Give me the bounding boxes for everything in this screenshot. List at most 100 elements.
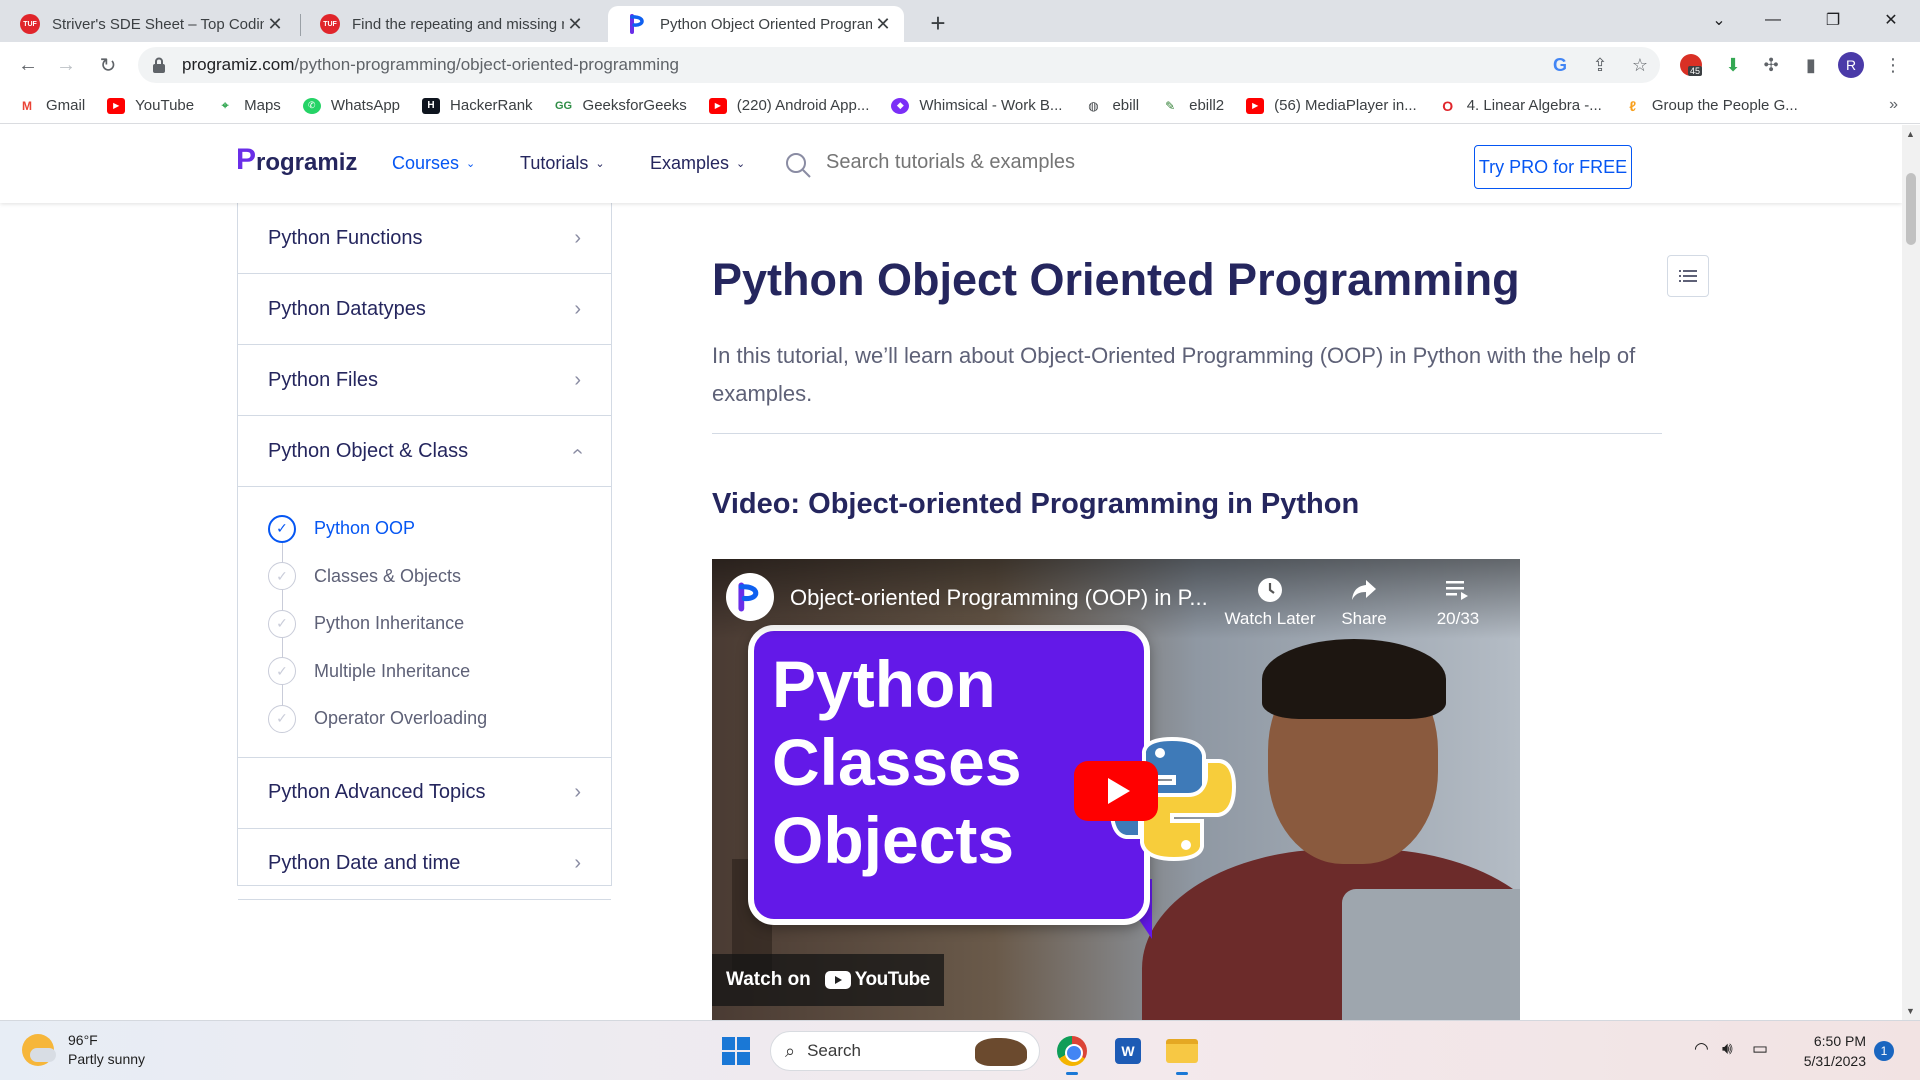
sidebar-item-date-time[interactable]: Python Date and time › (238, 829, 611, 900)
sidebar-item-label: Python Functions (268, 226, 423, 249)
adblock-extension-icon[interactable]: 45 (1676, 50, 1706, 80)
browser-toolbar: ← → ↻ programiz.com/python-programming/o… (0, 42, 1920, 88)
close-icon[interactable]: ✕ (264, 13, 286, 35)
sub-item-classes-objects[interactable]: ✓ Classes & Objects (268, 553, 611, 601)
forward-arrow-icon[interactable]: → (50, 49, 82, 81)
notification-badge[interactable]: 1 (1874, 1041, 1894, 1061)
programiz-logo[interactable]: Programiz (236, 143, 357, 177)
try-pro-button[interactable]: Try PRO for FREE (1474, 145, 1632, 189)
word-taskbar-icon[interactable]: W (1110, 1033, 1146, 1069)
sidebar-item-python-functions[interactable]: Python Functions › (238, 203, 611, 274)
profile-avatar[interactable]: R (1838, 52, 1864, 78)
scroll-down-arrow-icon[interactable]: ▼ (1906, 1006, 1915, 1016)
bookmark-star-icon[interactable]: ☆ (1620, 47, 1660, 83)
bookmark-ebill[interactable]: ◍ ebill (1084, 97, 1139, 114)
close-window-icon[interactable]: ✕ (1862, 0, 1920, 40)
opera-icon: O (1442, 97, 1454, 114)
play-icon (1108, 778, 1130, 804)
new-tab-button[interactable]: + (923, 8, 953, 38)
bookmark-linear-algebra[interactable]: O 4. Linear Algebra -... (1439, 97, 1602, 114)
nav-tutorials[interactable]: Tutorials ⌄ (520, 153, 605, 174)
bookmark-label: ebill (1112, 97, 1140, 114)
nav-examples[interactable]: Examples ⌄ (650, 153, 745, 174)
tab-strivers-sde-sheet[interactable]: TUF Striver's SDE Sheet – Top Coding ✕ (0, 6, 296, 42)
tab-search-chevron-icon[interactable]: ⌄ (1690, 0, 1748, 40)
bookmark-whimsical[interactable]: ◆ Whimsical - Work B... (891, 97, 1062, 114)
sub-item-python-oop[interactable]: ✓ Python OOP (268, 505, 611, 553)
download-extension-icon[interactable]: ⬇ (1718, 50, 1748, 80)
video-title[interactable]: Object-oriented Programming (OOP) in P..… (790, 585, 1208, 611)
watch-later-button[interactable]: Watch Later (1220, 575, 1320, 629)
taskbar-search[interactable]: ⌕ Search (770, 1031, 1040, 1071)
nav-courses[interactable]: Courses ⌄ (392, 153, 475, 174)
bookmark-label: GeeksforGeeks (582, 97, 687, 114)
restore-icon[interactable]: ❐ (1804, 0, 1862, 40)
volume-icon[interactable]: 🔊︎ (1722, 1039, 1733, 1059)
taskbar-clock[interactable]: 6:50 PM 5/31/2023 (1790, 1031, 1866, 1071)
sidebar-item-python-files[interactable]: Python Files › (238, 345, 611, 416)
file-explorer-taskbar-icon[interactable] (1164, 1033, 1200, 1075)
watch-on-youtube-button[interactable]: Watch on YouTube (712, 954, 944, 1006)
sub-item-multiple-inheritance[interactable]: ✓ Multiple Inheritance (268, 648, 611, 696)
share-icon[interactable]: ⇪ (1580, 47, 1620, 83)
close-icon[interactable]: ✕ (564, 13, 586, 35)
windows-start-icon[interactable] (722, 1037, 750, 1065)
hackerrank-icon: H (422, 97, 441, 114)
tab-find-repeating[interactable]: TUF Find the repeating and missing n ✕ (300, 6, 596, 42)
thumbnail-line: Python (772, 647, 996, 721)
bookmark-whatsapp[interactable]: ✆ WhatsApp (302, 97, 400, 114)
search-icon[interactable] (784, 151, 812, 179)
more-menu-icon[interactable]: ⋮ (1878, 50, 1908, 80)
site-search-input[interactable] (826, 151, 1226, 174)
play-button[interactable] (1074, 761, 1158, 821)
youtube-icon (824, 971, 851, 989)
check-circle-icon: ✓ (268, 562, 296, 591)
side-panel-icon[interactable]: ▮ (1796, 50, 1826, 80)
bookmark-label: Maps (244, 97, 281, 114)
wifi-icon[interactable]: ◠ (1694, 1039, 1709, 1059)
bookmark-youtube[interactable]: ▶ YouTube (107, 97, 194, 114)
bookmark-gmail[interactable]: M Gmail (18, 97, 85, 114)
clock-date: 5/31/2023 (1803, 1053, 1866, 1069)
scroll-up-arrow-icon[interactable]: ▲ (1906, 129, 1915, 139)
tab-title: Striver's SDE Sheet – Top Coding (52, 15, 264, 33)
minimize-icon[interactable]: — (1744, 0, 1802, 40)
extensions-puzzle-icon[interactable]: ✣ (1756, 50, 1786, 80)
laptop-image (1342, 889, 1520, 1020)
bookmark-label: HackerRank (450, 97, 533, 114)
playlist-button[interactable]: 20/33 (1408, 575, 1508, 629)
table-of-contents-button[interactable] (1667, 255, 1709, 297)
sidebar-item-python-datatypes[interactable]: Python Datatypes › (238, 274, 611, 345)
bookmark-ebill2[interactable]: ✎ ebill2 (1161, 97, 1224, 114)
bookmark-group-people[interactable]: ℓ Group the People G... (1624, 97, 1797, 114)
chevron-up-icon: › (566, 447, 589, 455)
scrollbar-thumb[interactable] (1906, 173, 1916, 245)
reload-icon[interactable]: ↻ (92, 49, 124, 81)
close-icon[interactable]: ✕ (872, 13, 894, 35)
bookmark-mediaplayer[interactable]: ▶ (56) MediaPlayer in... (1246, 97, 1417, 114)
bookmark-maps[interactable]: ⌖ Maps (216, 97, 281, 114)
address-bar[interactable]: programiz.com/python-programming/object-… (138, 47, 1660, 83)
back-arrow-icon[interactable]: ← (12, 49, 44, 81)
sub-item-operator-overloading[interactable]: ✓ Operator Overloading (268, 695, 611, 743)
sub-item-python-inheritance[interactable]: ✓ Python Inheritance (268, 600, 611, 648)
google-icon[interactable]: G (1540, 47, 1580, 83)
tab-python-oop[interactable]: Python Object Oriented Program ✕ (608, 6, 904, 42)
bookmark-hackerrank[interactable]: H HackerRank (422, 97, 533, 114)
battery-icon[interactable]: ▭ (1752, 1039, 1768, 1059)
bookmark-geeksforgeeks[interactable]: GG GeeksforGeeks (555, 97, 687, 114)
weather-widget[interactable]: 96°F Partly sunny (22, 1031, 145, 1069)
programiz-icon (628, 14, 648, 34)
chrome-taskbar-icon[interactable] (1054, 1033, 1090, 1075)
video-person (1262, 639, 1446, 719)
youtube-wordmark: YouTube (854, 969, 930, 990)
bookmark-android-app[interactable]: ▶ (220) Android App... (708, 97, 869, 114)
sidebar-item-advanced-topics[interactable]: Python Advanced Topics › (238, 758, 611, 829)
bookmarks-overflow-icon[interactable]: » (1889, 96, 1898, 114)
chevron-right-icon: › (574, 226, 581, 249)
sidebar-item-object-class[interactable]: Python Object & Class › (238, 416, 611, 487)
channel-avatar[interactable] (726, 573, 774, 621)
youtube-video-embed[interactable]: Python Classes Objects Object-oriented P… (712, 559, 1520, 1020)
page-scrollbar[interactable]: ▲ ▼ (1902, 125, 1920, 1020)
share-button[interactable]: Share (1314, 575, 1414, 629)
